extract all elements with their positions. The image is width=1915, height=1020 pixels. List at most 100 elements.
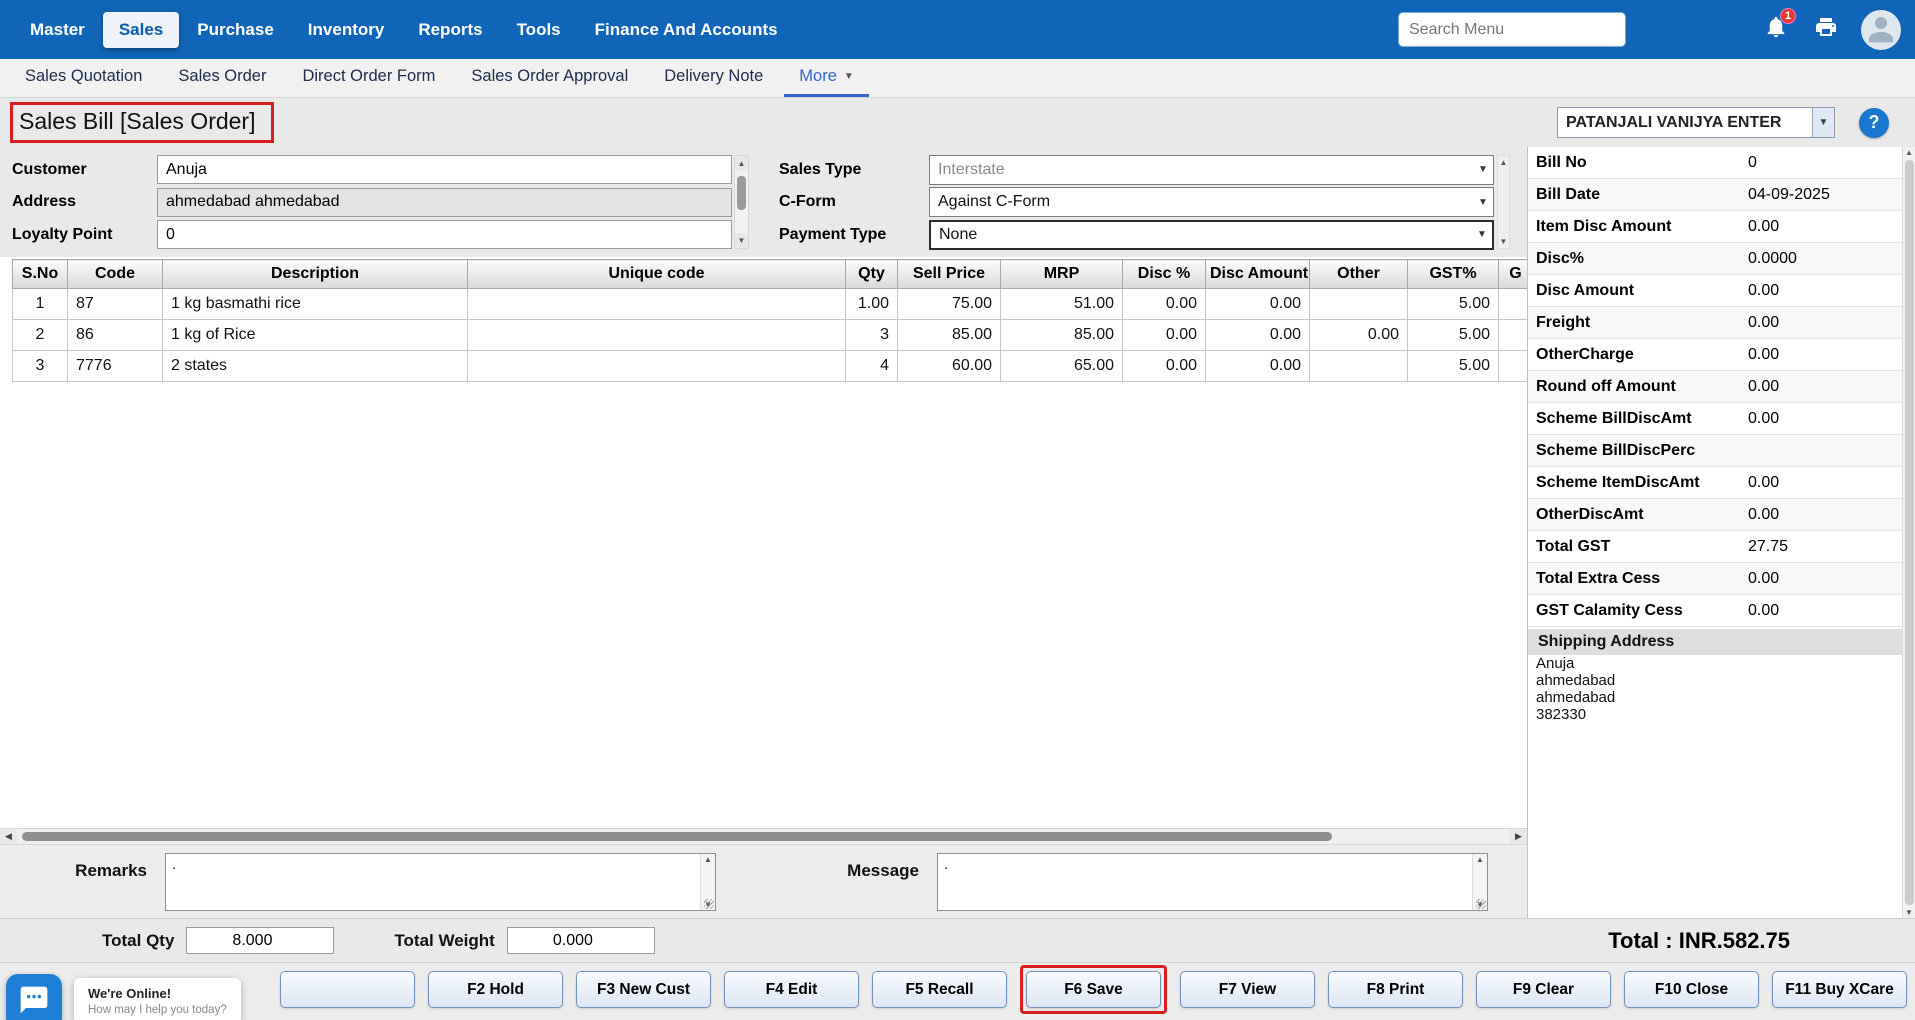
search-input[interactable] [1398,12,1626,47]
column-header-gst[interactable]: GST% [1408,260,1499,289]
cell-code[interactable]: 86 [68,320,163,351]
horizontal-scroll-thumb[interactable] [22,832,1332,841]
total-weight-input[interactable] [507,927,655,954]
cell-qty[interactable]: 3 [846,320,898,351]
cell-other[interactable] [1310,351,1408,382]
cell-description[interactable]: 1 kg of Rice [163,320,468,351]
column-header-qty[interactable]: Qty [846,260,898,289]
tab-sales-order[interactable]: Sales Order [163,59,281,97]
nav-item-tools[interactable]: Tools [501,12,577,48]
total-qty-input[interactable] [186,927,334,954]
cell-disc[interactable]: 0.00 [1123,289,1206,320]
cell-gst[interactable]: 5.00 [1408,351,1499,382]
nav-item-sales[interactable]: Sales [103,12,179,48]
column-header-description[interactable]: Description [163,260,468,289]
c-form-select[interactable]: Against C-Form ▼ [929,187,1494,217]
scroll-up-arrow[interactable]: ▲ [1905,148,1913,157]
cell-mrp[interactable]: 85.00 [1001,320,1123,351]
scroll-up-arrow[interactable]: ▲ [1476,855,1484,864]
nav-item-purchase[interactable]: Purchase [181,12,290,48]
avatar[interactable] [1861,10,1901,50]
column-header-disc[interactable]: Disc % [1123,260,1206,289]
cell-g[interactable] [1499,320,1528,351]
button-f9-clear[interactable]: F9 Clear [1476,971,1611,1008]
cell-sell-price[interactable]: 75.00 [898,289,1001,320]
table-row[interactable]: 377762 states460.0065.000.000.005.00 [13,351,1528,382]
cell-unique-code[interactable] [468,320,846,351]
scroll-down-arrow[interactable]: ▼ [1500,237,1508,246]
button-f4-edit[interactable]: F4 Edit [724,971,859,1008]
table-row[interactable]: 1871 kg basmathi rice1.0075.0051.000.000… [13,289,1528,320]
notifications-button[interactable]: 1 [1761,15,1791,45]
scroll-up-arrow[interactable]: ▲ [1500,158,1508,167]
column-header-sell-price[interactable]: Sell Price [898,260,1001,289]
tab-more[interactable]: More▼ [784,59,869,97]
scroll-down-arrow[interactable]: ▼ [735,233,748,248]
company-select[interactable]: PATANJALI VANIJYA ENTER ▼ [1557,107,1835,138]
remarks-input[interactable]: . [166,854,700,910]
cell-gst[interactable]: 5.00 [1408,289,1499,320]
cell-unique-code[interactable] [468,289,846,320]
cell-code[interactable]: 7776 [68,351,163,382]
button-blank[interactable] [280,971,415,1008]
address-input[interactable] [157,188,732,217]
cell-disc-amount[interactable]: 0.00 [1206,320,1310,351]
cell-gst[interactable]: 5.00 [1408,320,1499,351]
cell-description[interactable]: 2 states [163,351,468,382]
nav-item-inventory[interactable]: Inventory [292,12,401,48]
customer-form-scrollbar[interactable]: ▲ ▼ [734,155,749,249]
column-header-code[interactable]: Code [68,260,163,289]
tab-direct-order-form[interactable]: Direct Order Form [287,59,450,97]
scroll-thumb[interactable] [737,176,746,210]
column-header-mrp[interactable]: MRP [1001,260,1123,289]
cell-qty[interactable]: 4 [846,351,898,382]
cell-disc[interactable]: 0.00 [1123,320,1206,351]
scroll-down-arrow[interactable]: ▼ [1905,908,1913,917]
cell-disc-amount[interactable]: 0.00 [1206,289,1310,320]
tab-delivery-note[interactable]: Delivery Note [649,59,778,97]
button-f8-print[interactable]: F8 Print [1328,971,1463,1008]
loyalty-point-input[interactable] [157,220,732,249]
cell-code[interactable]: 87 [68,289,163,320]
button-f11-buy-xcare[interactable]: F11 Buy XCare [1772,971,1907,1008]
button-f3-new-cust[interactable]: F3 New Cust [576,971,711,1008]
chat-button[interactable] [6,974,62,1020]
cell-other[interactable] [1310,289,1408,320]
cell-mrp[interactable]: 51.00 [1001,289,1123,320]
scroll-thumb[interactable] [1905,160,1914,905]
resize-handle[interactable] [1476,899,1486,909]
print-button[interactable] [1811,15,1841,45]
summary-scrollbar[interactable]: ▲ ▼ [1902,147,1915,918]
cell-s-no[interactable]: 3 [13,351,68,382]
button-f5-recall[interactable]: F5 Recall [872,971,1007,1008]
button-f2-hold[interactable]: F2 Hold [428,971,563,1008]
cell-s-no[interactable]: 1 [13,289,68,320]
cell-other[interactable]: 0.00 [1310,320,1408,351]
nav-item-master[interactable]: Master [14,12,101,48]
button-f7-view[interactable]: F7 View [1180,971,1315,1008]
table-row[interactable]: 2861 kg of Rice385.0085.000.000.000.005.… [13,320,1528,351]
column-header-s-no[interactable]: S.No [13,260,68,289]
sales-type-select[interactable]: Interstate ▼ [929,155,1494,185]
resize-handle[interactable] [704,899,714,909]
nav-item-finance-and-accounts[interactable]: Finance And Accounts [579,12,794,48]
payment-type-select[interactable]: None ▼ [929,220,1494,250]
column-header-disc-amount[interactable]: Disc Amount [1206,260,1310,289]
help-button[interactable]: ? [1859,108,1889,138]
scroll-up-arrow[interactable]: ▲ [735,156,748,171]
cell-sell-price[interactable]: 85.00 [898,320,1001,351]
customer-input[interactable] [157,155,732,184]
nav-item-reports[interactable]: Reports [402,12,498,48]
cell-mrp[interactable]: 65.00 [1001,351,1123,382]
cell-disc[interactable]: 0.00 [1123,351,1206,382]
cell-disc-amount[interactable]: 0.00 [1206,351,1310,382]
cell-s-no[interactable]: 2 [13,320,68,351]
button-f10-close[interactable]: F10 Close [1624,971,1759,1008]
tab-sales-quotation[interactable]: Sales Quotation [10,59,157,97]
cell-g[interactable] [1499,351,1528,382]
scroll-right-arrow[interactable]: ▶ [1510,829,1527,844]
cell-g[interactable] [1499,289,1528,320]
column-header-g[interactable]: G [1499,260,1528,289]
scroll-left-arrow[interactable]: ◀ [0,829,17,844]
order-form-scrollbar[interactable]: ▲ ▼ [1497,155,1510,249]
